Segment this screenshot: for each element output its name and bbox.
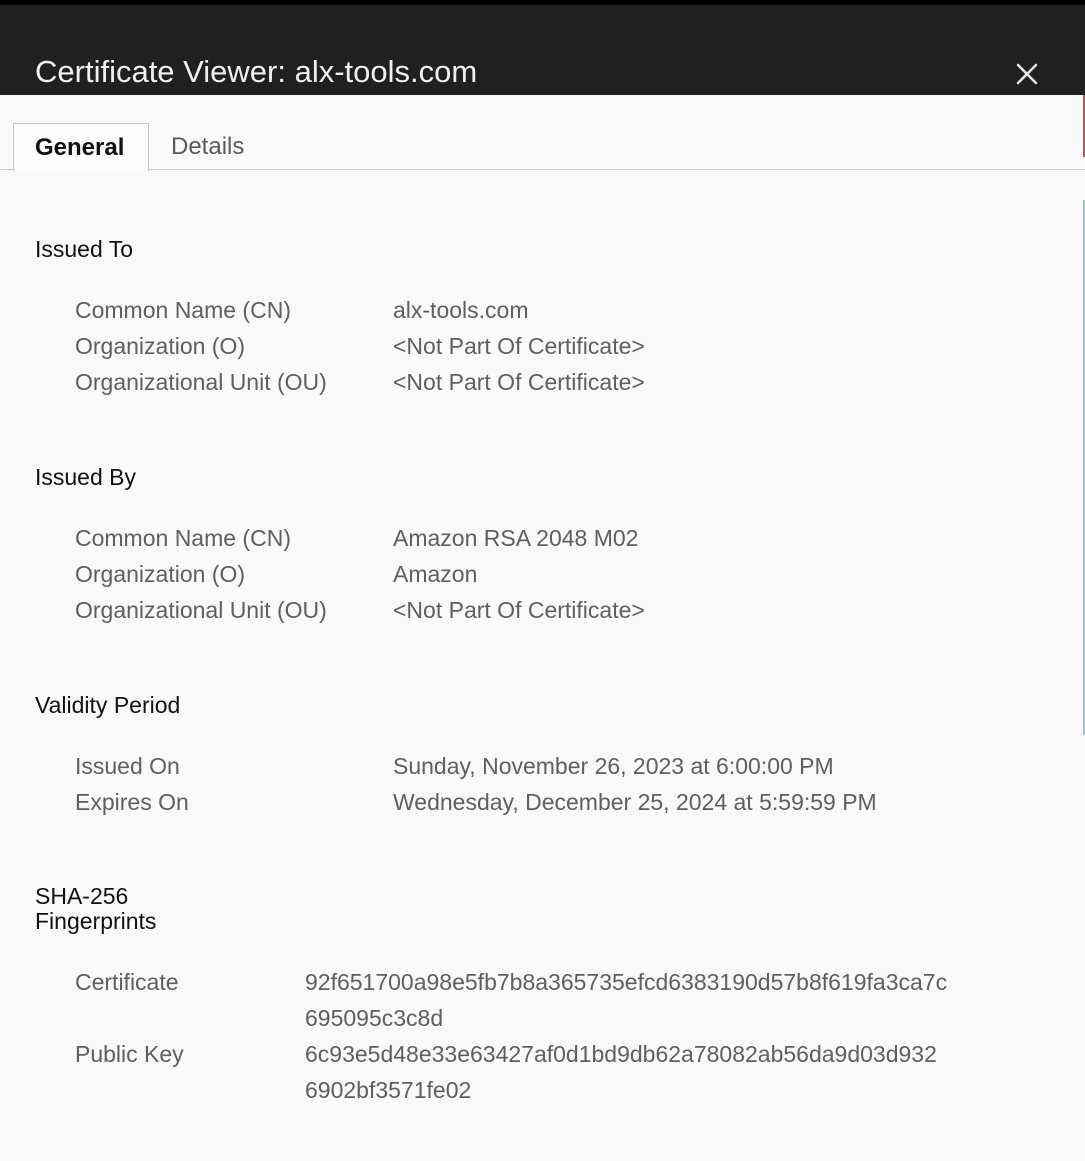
issued-by-ou-label: Organizational Unit (OU) — [75, 597, 327, 623]
window-title: Certificate Viewer: alx-tools.com — [35, 54, 478, 89]
fingerprint-certificate-value-line2: 695095c3c8d — [305, 1005, 444, 1031]
issued-to-org-value: <Not Part Of Certificate> — [393, 333, 645, 359]
fingerprint-public-key-label: Public Key — [75, 1041, 184, 1067]
tab-bar: General Details — [0, 123, 1085, 171]
issued-to-ou-label: Organizational Unit (OU) — [75, 369, 327, 395]
fingerprint-certificate-label: Certificate — [75, 969, 179, 995]
issued-by-ou-value: <Not Part Of Certificate> — [393, 597, 645, 623]
section-heading-fingerprints-line2: Fingerprints — [35, 908, 157, 934]
fingerprint-public-key-value-line2: 6902bf3571fe02 — [305, 1077, 472, 1103]
expires-on-label: Expires On — [75, 789, 189, 815]
section-heading-issued-to: Issued To — [35, 236, 134, 262]
title-bar: Certificate Viewer: alx-tools.com — [0, 0, 1085, 95]
issued-by-cn-value: Amazon RSA 2048 M02 — [393, 525, 639, 551]
section-heading-issued-by: Issued By — [35, 464, 136, 490]
issued-on-value: Sunday, November 26, 2023 at 6:00:00 PM — [393, 753, 834, 779]
issued-to-cn-value: alx-tools.com — [393, 297, 529, 323]
close-button[interactable] — [1008, 55, 1046, 93]
issued-by-cn-label: Common Name (CN) — [75, 525, 291, 551]
close-icon — [1016, 63, 1038, 85]
issued-by-org-label: Organization (O) — [75, 561, 246, 587]
tab-general[interactable]: General — [13, 123, 149, 171]
section-heading-validity: Validity Period — [35, 692, 181, 718]
fingerprint-public-key-value-line1: 6c93e5d48e33e63427af0d1bd9db62a78082ab56… — [305, 1041, 937, 1067]
issued-by-org-value: Amazon — [393, 561, 478, 587]
issued-to-org-label: Organization (O) — [75, 333, 246, 359]
issued-to-cn-label: Common Name (CN) — [75, 297, 291, 323]
section-heading-fingerprints-line1: SHA-256 — [35, 883, 129, 909]
tab-details[interactable]: Details — [171, 123, 244, 170]
issued-on-label: Issued On — [75, 753, 180, 779]
tab-divider — [0, 169, 1085, 170]
expires-on-value: Wednesday, December 25, 2024 at 5:59:59 … — [393, 789, 877, 815]
issued-to-ou-value: <Not Part Of Certificate> — [393, 369, 645, 395]
fingerprint-certificate-value-line1: 92f651700a98e5fb7b8a365735efcd6383190d57… — [305, 969, 948, 995]
